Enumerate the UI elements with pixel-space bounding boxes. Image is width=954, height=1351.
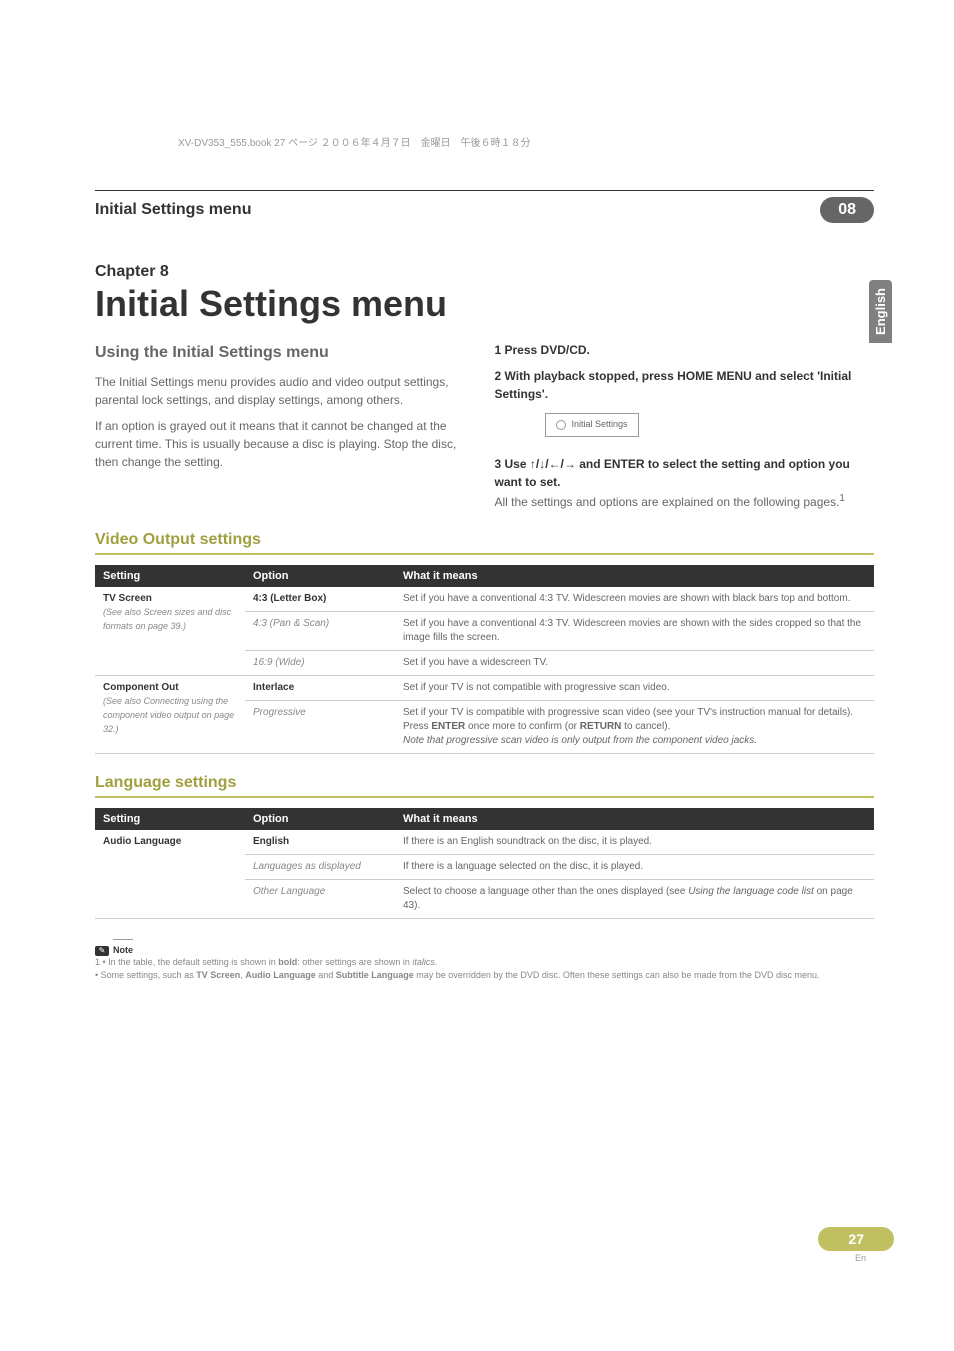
page-number: 27 xyxy=(818,1227,894,1251)
using-heading: Using the Initial Settings menu xyxy=(95,341,475,365)
intro-p1: The Initial Settings menu provides audio… xyxy=(95,373,475,409)
option-cell: Interlace xyxy=(245,675,395,700)
note-section: ✎ Note 1 • In the table, the default sett… xyxy=(95,939,874,982)
th-setting: Setting xyxy=(95,808,245,830)
note-label: Note xyxy=(113,939,133,957)
language-settings-table: Setting Option What it means Audio Langu… xyxy=(95,808,874,919)
meaning-cell: If there is an English soundtrack on the… xyxy=(395,830,874,855)
step-3: 3 Use ↑/↓/←/→ and ENTER to select the se… xyxy=(495,455,875,491)
option-cell: 4:3 (Letter Box) xyxy=(245,587,395,612)
table-header-row: Setting Option What it means xyxy=(95,565,874,587)
setting-audio-language: Audio Language xyxy=(95,830,245,919)
left-column: Using the Initial Settings menu The Init… xyxy=(95,341,475,511)
note-line-1: 1 • In the table, the default setting is… xyxy=(95,957,437,967)
option-cell: Other Language xyxy=(245,879,395,918)
step-3-desc: All the settings and options are explain… xyxy=(495,491,875,511)
setting-tv-screen: TV Screen (See also Screen sizes and dis… xyxy=(95,587,245,676)
video-output-heading: Video Output settings xyxy=(95,531,874,555)
table-row: TV Screen (See also Screen sizes and dis… xyxy=(95,587,874,612)
th-option: Option xyxy=(245,808,395,830)
table-row: Audio Language English If there is an En… xyxy=(95,830,874,855)
th-option: Option xyxy=(245,565,395,587)
option-cell: 16:9 (Wide) xyxy=(245,650,395,675)
meaning-cell: Set if you have a conventional 4:3 TV. W… xyxy=(395,611,874,650)
setting-component-out: Component Out (See also Connecting using… xyxy=(95,675,245,753)
main-title: Initial Settings menu xyxy=(95,283,874,325)
initial-settings-box: Initial Settings xyxy=(545,413,639,437)
language-settings-heading: Language settings xyxy=(95,774,874,798)
right-column: 1 Press DVD/CD. 2 With playback stopped,… xyxy=(495,341,875,511)
intro-columns: Using the Initial Settings menu The Init… xyxy=(95,341,874,511)
meaning-cell: Set if your TV is not compatible with pr… xyxy=(395,675,874,700)
table-row: Component Out (See also Connecting using… xyxy=(95,675,874,700)
table-header-row: Setting Option What it means xyxy=(95,808,874,830)
step-1: 1 Press DVD/CD. xyxy=(495,341,875,359)
meaning-cell: Set if your TV is compatible with progre… xyxy=(395,700,874,753)
th-setting: Setting xyxy=(95,565,245,587)
header-badge: 08 xyxy=(820,197,874,223)
option-cell: Progressive xyxy=(245,700,395,753)
option-cell: 4:3 (Pan & Scan) xyxy=(245,611,395,650)
step-2: 2 With playback stopped, press HOME MENU… xyxy=(495,367,875,403)
option-cell: English xyxy=(245,830,395,855)
chapter-label: Chapter 8 xyxy=(95,263,874,281)
meaning-cell: Set if you have a conventional 4:3 TV. W… xyxy=(395,587,874,612)
intro-p2: If an option is grayed out it means that… xyxy=(95,417,475,471)
video-output-table: Setting Option What it means TV Screen (… xyxy=(95,565,874,754)
book-page-info: XV-DV353_555.book 27 ページ ２００６年４月７日 金曜日 午… xyxy=(178,134,531,149)
meaning-cell: Set if you have a widescreen TV. xyxy=(395,650,874,675)
box-label: Initial Settings xyxy=(572,418,628,432)
language-tab: English xyxy=(869,280,892,343)
gear-icon xyxy=(556,420,566,430)
header-bar: Initial Settings menu 08 xyxy=(95,190,874,223)
note-line-2: • Some settings, such as TV Screen, Audi… xyxy=(95,970,820,980)
th-meaning: What it means xyxy=(395,565,874,587)
option-cell: Languages as displayed xyxy=(245,854,395,879)
th-meaning: What it means xyxy=(395,808,874,830)
meaning-cell: If there is a language selected on the d… xyxy=(395,854,874,879)
page-lang: En xyxy=(855,1253,866,1263)
note-icon: ✎ xyxy=(95,946,109,956)
meaning-cell: Select to choose a language other than t… xyxy=(395,879,874,918)
header-title: Initial Settings menu xyxy=(95,201,251,219)
